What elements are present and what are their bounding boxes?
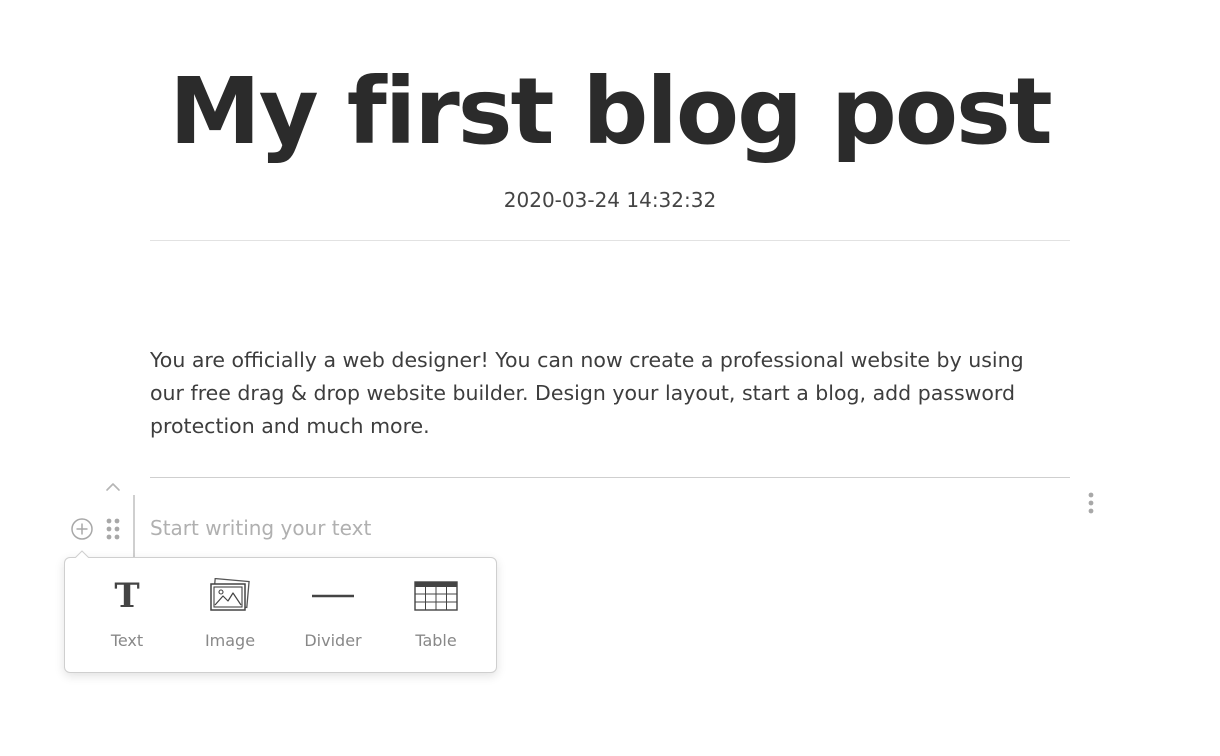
insert-image-button[interactable]: Image [180, 558, 280, 672]
content-divider [150, 477, 1070, 478]
post-title[interactable]: My first blog post [0, 52, 1220, 172]
drag-handle-icon[interactable] [105, 517, 121, 541]
insert-table-label: Table [415, 631, 457, 650]
insert-block-menu: T Text Image Divider Table [64, 550, 497, 673]
insert-text-label: Text [110, 631, 144, 650]
post-date: 2020-03-24 14:32:32 [503, 188, 717, 212]
insert-divider-button[interactable]: Divider [283, 558, 383, 672]
new-block-text-input[interactable]: Start writing your text [150, 513, 1050, 543]
insert-text-button[interactable]: T Text [77, 558, 177, 672]
title-divider [150, 240, 1070, 241]
add-block-button[interactable] [70, 517, 94, 541]
body-paragraph[interactable]: You are officially a web designer! You c… [150, 344, 1050, 443]
insert-image-label: Image [204, 631, 256, 650]
popover-arrow [75, 550, 89, 558]
chevron-up-icon[interactable] [104, 480, 122, 494]
insert-table-button[interactable]: Table [386, 558, 486, 672]
more-options-icon[interactable] [1084, 490, 1098, 516]
image-icon [180, 576, 280, 616]
text-icon: T [114, 576, 140, 616]
table-icon [386, 576, 486, 616]
divider-icon [283, 576, 383, 616]
active-block-indicator [133, 495, 135, 557]
insert-divider-label: Divider [304, 631, 362, 650]
